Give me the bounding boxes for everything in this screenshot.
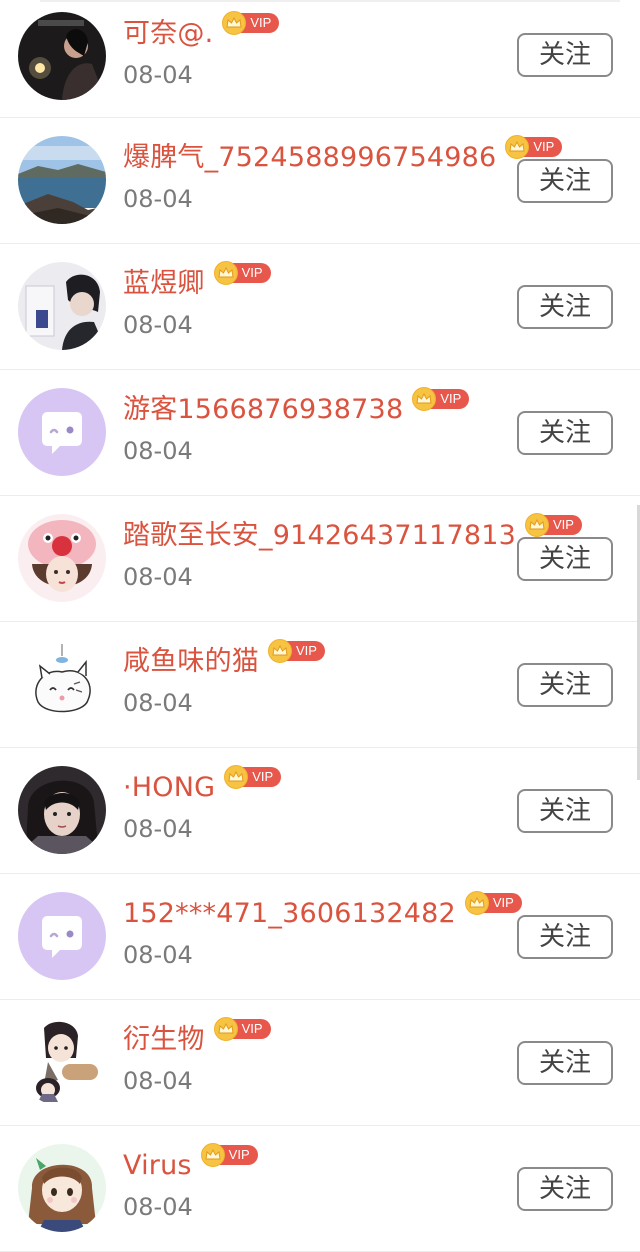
follow-button[interactable]: 关注 bbox=[517, 159, 613, 203]
user-row[interactable]: Virus VIP 08-04 关注 bbox=[0, 1126, 640, 1252]
crown-icon bbox=[213, 261, 238, 285]
name-line: 可奈@. VIP bbox=[123, 11, 280, 52]
username[interactable]: 游客1566876938738 bbox=[123, 392, 403, 428]
user-row[interactable]: 游客1566876938738 VIP 08-04 关注 bbox=[0, 370, 640, 496]
follow-button[interactable]: 关注 bbox=[517, 33, 613, 77]
vip-badge: VIP bbox=[464, 891, 522, 915]
username[interactable]: 152***471_3606132482 bbox=[123, 896, 456, 932]
follow-date: 08-04 bbox=[123, 437, 193, 465]
vip-label: VIP bbox=[240, 13, 280, 33]
avatar[interactable] bbox=[18, 136, 106, 224]
name-line: 爆脾气_7524588996754986 VIP bbox=[123, 135, 563, 176]
user-row[interactable]: 咸鱼味的猫 VIP 08-04 关注 bbox=[0, 622, 640, 748]
name-line: ·HONG VIP bbox=[123, 765, 282, 806]
name-line: 衍生物 VIP bbox=[123, 1017, 271, 1058]
avatar[interactable] bbox=[18, 12, 106, 100]
follow-date: 08-04 bbox=[123, 941, 193, 969]
username[interactable]: ·HONG bbox=[123, 770, 215, 806]
crown-icon bbox=[525, 513, 549, 537]
name-line: 游客1566876938738 VIP bbox=[123, 387, 470, 428]
follow-date: 08-04 bbox=[123, 689, 193, 717]
user-row[interactable]: 爆脾气_7524588996754986 VIP 08-04 关注 bbox=[0, 118, 640, 244]
user-row[interactable]: 可奈@. VIP 08-04 关注 bbox=[0, 0, 640, 118]
avatar[interactable] bbox=[18, 514, 106, 602]
username[interactable]: 踏歌至长安_91426437117813 bbox=[123, 518, 516, 554]
name-line: 蓝煜卿 VIP bbox=[123, 261, 271, 302]
avatar[interactable] bbox=[18, 766, 106, 854]
vip-badge: VIP bbox=[200, 1143, 258, 1167]
follow-button[interactable]: 关注 bbox=[517, 1041, 613, 1085]
user-row[interactable]: 衍生物 VIP 08-04 关注 bbox=[0, 1000, 640, 1126]
follower-list: 可奈@. VIP 08-04 关注 爆脾气_7524588996754986 V… bbox=[0, 0, 640, 1252]
crown-icon bbox=[268, 639, 292, 663]
follow-button[interactable]: 关注 bbox=[517, 285, 613, 329]
follow-date: 08-04 bbox=[123, 1067, 193, 1095]
vip-badge: VIP bbox=[213, 261, 271, 285]
user-row[interactable]: ·HONG VIP 08-04 关注 bbox=[0, 748, 640, 874]
avatar[interactable] bbox=[18, 1018, 106, 1106]
vip-badge: VIP bbox=[222, 11, 280, 35]
follow-button[interactable]: 关注 bbox=[517, 1167, 613, 1211]
follow-date: 08-04 bbox=[123, 1193, 193, 1221]
username[interactable]: 咸鱼味的猫 bbox=[123, 644, 259, 680]
name-line: Virus VIP bbox=[123, 1143, 258, 1184]
avatar[interactable] bbox=[18, 388, 106, 476]
avatar[interactable] bbox=[18, 1144, 106, 1232]
vip-label: VIP bbox=[242, 767, 282, 787]
vip-label: VIP bbox=[430, 389, 470, 409]
follow-date: 08-04 bbox=[123, 185, 193, 213]
user-row[interactable]: 蓝煜卿 VIP 08-04 关注 bbox=[0, 244, 640, 370]
follow-button[interactable]: 关注 bbox=[517, 789, 613, 833]
user-row[interactable]: 踏歌至长安_91426437117813 VIP 08-04 关注 bbox=[0, 496, 640, 622]
crown-icon bbox=[200, 1143, 225, 1167]
avatar[interactable] bbox=[18, 640, 106, 728]
follow-date: 08-04 bbox=[123, 815, 193, 843]
vip-label: VIP bbox=[523, 137, 563, 157]
crown-icon bbox=[464, 891, 489, 915]
username[interactable]: 蓝煜卿 bbox=[123, 266, 205, 302]
follow-date: 08-04 bbox=[123, 311, 193, 339]
follow-button[interactable]: 关注 bbox=[517, 663, 613, 707]
crown-icon bbox=[213, 1017, 238, 1041]
vip-badge: VIP bbox=[525, 513, 582, 537]
username[interactable]: Virus bbox=[123, 1148, 192, 1184]
follow-date: 08-04 bbox=[123, 563, 193, 591]
follow-button[interactable]: 关注 bbox=[517, 411, 613, 455]
follow-date: 08-04 bbox=[123, 61, 193, 89]
vip-badge: VIP bbox=[213, 1017, 271, 1041]
follow-button[interactable]: 关注 bbox=[517, 537, 613, 581]
username[interactable]: 可奈@. bbox=[123, 16, 213, 52]
avatar[interactable] bbox=[18, 262, 106, 350]
name-line: 踏歌至长安_91426437117813 VIP bbox=[123, 513, 582, 554]
username[interactable]: 爆脾气_7524588996754986 bbox=[123, 140, 496, 176]
follow-button[interactable]: 关注 bbox=[517, 915, 613, 959]
user-row[interactable]: 152***471_3606132482 VIP 08-04 关注 bbox=[0, 874, 640, 1000]
name-line: 咸鱼味的猫 VIP bbox=[123, 639, 325, 680]
vip-badge: VIP bbox=[505, 135, 563, 159]
name-line: 152***471_3606132482 VIP bbox=[123, 891, 522, 932]
vip-badge: VIP bbox=[412, 387, 470, 411]
vip-badge: VIP bbox=[224, 765, 282, 789]
vip-badge: VIP bbox=[268, 639, 325, 663]
username[interactable]: 衍生物 bbox=[123, 1022, 205, 1058]
avatar[interactable] bbox=[18, 892, 106, 980]
